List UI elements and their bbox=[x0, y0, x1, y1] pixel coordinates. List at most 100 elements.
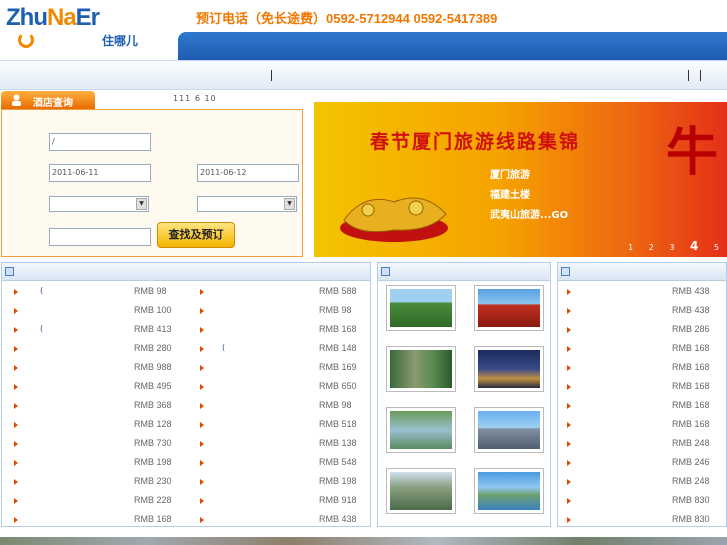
banner-page-2[interactable]: 2 bbox=[649, 243, 654, 252]
photo-panel bbox=[377, 262, 551, 527]
scenery-photo[interactable] bbox=[386, 285, 456, 331]
banner-page-4[interactable]: 4 bbox=[690, 239, 698, 253]
hotel-list-item[interactable]: RMB 138 bbox=[188, 435, 368, 454]
hotel-price: RMB 169 bbox=[319, 362, 357, 372]
bullet-arrow-icon bbox=[14, 517, 18, 523]
hotel-list-item[interactable]: RMB 548 bbox=[188, 454, 368, 473]
hotel-price: RMB 128 bbox=[134, 419, 172, 429]
logo-chinese: 住哪儿 bbox=[102, 34, 139, 48]
checkout-date-input[interactable]: 2011-06-12 bbox=[197, 164, 299, 182]
hotel-list-item[interactable]: RMB 918 bbox=[188, 492, 368, 511]
hotel-price: RMB 246 bbox=[672, 457, 710, 467]
hotel-list-item[interactable]: RMB 168 bbox=[188, 321, 368, 340]
hotel-price: RMB 168 bbox=[672, 419, 710, 429]
hotel-list-item[interactable]: RMB 168 bbox=[558, 340, 726, 359]
promo-banner[interactable]: 春节厦门旅游线路集锦 厦门旅游 福建土楼 武夷山旅游...GO 牛 1 2 3 … bbox=[314, 102, 727, 257]
bullet-arrow-icon bbox=[200, 308, 204, 314]
hotel-name-link[interactable]: ( bbox=[40, 286, 43, 295]
banner-page-3[interactable]: 3 bbox=[669, 243, 674, 252]
scenery-photo[interactable] bbox=[474, 407, 544, 453]
hotel-list-item[interactable]: RMB 169 bbox=[188, 359, 368, 378]
hotel-list-item[interactable]: RMB 438 bbox=[188, 511, 368, 530]
nav-bar bbox=[0, 60, 727, 90]
search-and-book-button[interactable]: 查找及预订 bbox=[157, 222, 235, 248]
hotel-list-item[interactable]: RMB 518 bbox=[188, 416, 368, 435]
footer-photo-strip bbox=[0, 537, 727, 545]
hotel-list-item[interactable]: RMB 246 bbox=[558, 454, 726, 473]
bullet-arrow-icon bbox=[567, 403, 571, 409]
bullet-arrow-icon bbox=[567, 308, 571, 314]
bullet-arrow-icon bbox=[200, 289, 204, 295]
banner-line: 福建土楼 bbox=[490, 190, 530, 201]
banner-page-1[interactable]: 1 bbox=[628, 243, 633, 252]
checkin-date-input[interactable]: 2011-06-11 bbox=[49, 164, 151, 182]
hotel-name-link[interactable]: ( bbox=[40, 324, 43, 333]
bullet-arrow-icon bbox=[200, 384, 204, 390]
city-input[interactable]: / bbox=[49, 133, 151, 151]
scenery-photo[interactable] bbox=[386, 346, 456, 392]
hotel-price: RMB 198 bbox=[319, 476, 357, 486]
hotel-list-item[interactable]: RMB 198 bbox=[188, 473, 368, 492]
hotel-list-item[interactable]: RMB 650 bbox=[188, 378, 368, 397]
nav-separator bbox=[688, 70, 689, 81]
hotel-list-item[interactable]: RMB 830 bbox=[558, 492, 726, 511]
panel-header bbox=[2, 263, 370, 281]
bullet-arrow-icon bbox=[14, 365, 18, 371]
hotel-price: RMB 230 bbox=[134, 476, 172, 486]
banner-line: 武夷山旅游...GO bbox=[490, 210, 569, 221]
hotel-list-item[interactable]: RMB 168 bbox=[558, 397, 726, 416]
hotel-list-item[interactable]: RMB 286 bbox=[558, 321, 726, 340]
hotel-name-input[interactable] bbox=[49, 228, 151, 246]
bullet-arrow-icon bbox=[14, 422, 18, 428]
hotel-price: RMB 588 bbox=[319, 286, 357, 296]
hotel-name-link[interactable]: ( bbox=[222, 343, 225, 352]
logo[interactable]: ZhuNaEr 住哪儿 bbox=[0, 0, 152, 58]
bullet-arrow-icon bbox=[567, 327, 571, 333]
hotel-list-item[interactable]: RMB 98 bbox=[188, 302, 368, 321]
panel-header bbox=[378, 263, 550, 281]
hotel-list-item[interactable]: RMB 248 bbox=[558, 435, 726, 454]
scenery-photo[interactable] bbox=[474, 285, 544, 331]
hotel-price: RMB 228 bbox=[134, 495, 172, 505]
panel-header-icon bbox=[381, 267, 390, 276]
hotel-list-item[interactable]: RMB 168 bbox=[558, 359, 726, 378]
hotel-price: RMB 438 bbox=[672, 286, 710, 296]
scenery-photo[interactable] bbox=[386, 468, 456, 514]
hotel-price: RMB 280 bbox=[134, 343, 172, 353]
bullet-arrow-icon bbox=[567, 346, 571, 352]
scenery-photo[interactable] bbox=[474, 468, 544, 514]
hotel-list-item[interactable]: RMB 168 bbox=[558, 416, 726, 435]
scenery-photo[interactable] bbox=[474, 346, 544, 392]
hotel-list-item[interactable]: RMB 588 bbox=[188, 283, 368, 302]
hotel-list-item[interactable]: RMB 438 bbox=[558, 302, 726, 321]
golden-ox-illustration bbox=[340, 197, 448, 242]
logo-text: ZhuNaEr bbox=[6, 4, 100, 31]
bullet-arrow-icon bbox=[200, 346, 204, 352]
bullet-arrow-icon bbox=[14, 441, 18, 447]
banner-calligraphy: 牛 bbox=[666, 123, 719, 183]
hotel-list-item[interactable]: RMB 98 bbox=[188, 397, 368, 416]
hotel-list-item[interactable]: (RMB 148 bbox=[188, 340, 368, 359]
bullet-arrow-icon bbox=[14, 479, 18, 485]
bullet-arrow-icon bbox=[200, 422, 204, 428]
bullet-arrow-icon bbox=[14, 308, 18, 314]
banner-page-5[interactable]: 5 bbox=[714, 243, 719, 252]
district-select[interactable]: ▼ bbox=[49, 196, 149, 212]
bullet-arrow-icon bbox=[200, 460, 204, 466]
hotel-list-item[interactable]: RMB 438 bbox=[558, 283, 726, 302]
price-select[interactable]: ▼ bbox=[197, 196, 297, 212]
hotel-price: RMB 168 bbox=[319, 324, 357, 334]
hotel-price: RMB 98 bbox=[319, 400, 352, 410]
hotel-list-item[interactable]: RMB 168 bbox=[558, 378, 726, 397]
bullet-arrow-icon bbox=[14, 460, 18, 466]
scenery-photo[interactable] bbox=[386, 407, 456, 453]
hotel-search-tab[interactable]: 酒店查询 bbox=[1, 91, 95, 109]
user-icon bbox=[12, 94, 21, 106]
bullet-arrow-icon bbox=[200, 365, 204, 371]
bullet-arrow-icon bbox=[14, 289, 18, 295]
hotel-search-title: 酒店查询 bbox=[33, 98, 73, 109]
hotel-list-item[interactable]: RMB 830 bbox=[558, 511, 726, 530]
hotel-list-item[interactable]: RMB 248 bbox=[558, 473, 726, 492]
bullet-arrow-icon bbox=[14, 384, 18, 390]
hotel-price: RMB 248 bbox=[672, 438, 710, 448]
